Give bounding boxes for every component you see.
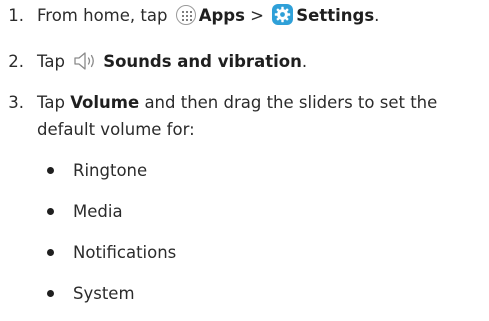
step-text: From home, tap Apps > Settings. <box>37 4 380 27</box>
step-suffix: . <box>374 6 380 25</box>
step-suffix: . <box>301 52 308 71</box>
step-text-rest: and then drag the sliders to set the <box>144 93 438 112</box>
step-prefix: Tap <box>37 52 65 71</box>
step-prefix: Tap <box>37 93 65 112</box>
path-separator: > <box>250 6 264 25</box>
settings-label: Settings <box>296 6 375 25</box>
bullet-icon <box>47 290 54 297</box>
list-item-label: Ringtone <box>73 161 148 180</box>
step-text: Tap Sounds and vibration. <box>37 51 307 73</box>
step-number: 3. <box>8 93 24 112</box>
gear-icon <box>272 4 294 25</box>
step-prefix: From home, tap <box>37 6 168 25</box>
step-text-continued: default volume for: <box>37 120 195 139</box>
step-number: 1. <box>8 6 24 25</box>
apps-label: Apps <box>198 6 245 25</box>
bullet-icon <box>47 249 54 256</box>
step-number: 2. <box>8 52 24 71</box>
instruction-document: 1. From home, tap Apps > Settings. 2. Ta… <box>0 0 489 321</box>
bullet-icon <box>47 167 54 174</box>
apps-icon <box>175 4 196 25</box>
bullet-icon <box>47 208 54 215</box>
sounds-label: Sounds and vibration <box>103 52 302 71</box>
speaker-icon <box>73 51 101 71</box>
volume-label: Volume <box>70 93 140 112</box>
step-text: Tap Volume and then drag the sliders to … <box>37 92 437 114</box>
list-item-label: System <box>73 284 135 303</box>
list-item-label: Notifications <box>73 243 177 262</box>
list-item-label: Media <box>73 202 123 221</box>
